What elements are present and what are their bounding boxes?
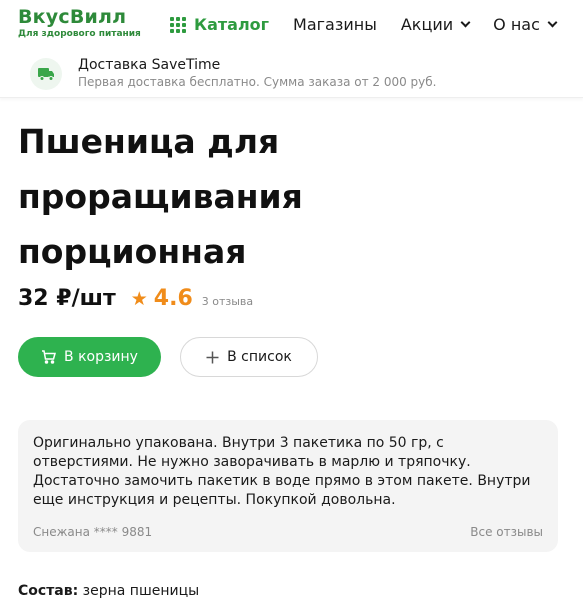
add-to-cart-label: В корзину <box>64 349 138 365</box>
main-nav: Каталог Магазины Акции О нас <box>170 15 580 34</box>
add-to-cart-button[interactable]: В корзину <box>18 337 161 377</box>
chevron-down-icon <box>460 17 471 28</box>
composition: Состав: зерна пшеницы <box>18 583 199 599</box>
star-icon: ★ <box>130 288 148 310</box>
add-to-list-button[interactable]: В список <box>180 337 318 377</box>
composition-value: зерна пшеницы <box>82 583 200 599</box>
review-author: Снежана **** 9881 <box>33 525 153 539</box>
logo[interactable]: ВкусВилл Для здорового питания <box>18 6 141 40</box>
grid-icon <box>170 16 186 33</box>
product-rating: 4.6 <box>153 286 193 311</box>
review-card: Оригинально упакована. Внутри 3 пакетика… <box>18 420 558 552</box>
price-row: 32 ₽/шт ★ 4.6 3 отзыва <box>18 286 253 311</box>
delivery-banner[interactable]: Доставка SaveTime Первая доставка беспла… <box>0 52 583 98</box>
composition-label: Состав: <box>18 583 79 599</box>
nav-stores-label: Магазины <box>293 15 377 34</box>
all-reviews-link[interactable]: Все отзывы <box>470 525 543 539</box>
reviews-count-link[interactable]: 3 отзыва <box>202 295 253 308</box>
nav-about[interactable]: О нас <box>493 15 558 34</box>
delivery-title: Доставка SaveTime <box>78 57 221 73</box>
logo-subtitle: Для здорового питания <box>18 29 141 39</box>
chevron-down-icon <box>547 17 558 28</box>
site-header: ВкусВилл Для здорового питания Каталог М… <box>0 0 583 52</box>
nav-promotions-label: Акции <box>400 15 454 34</box>
nav-about-label: О нас <box>493 15 540 34</box>
delivery-subtitle: Первая доставка бесплатно. Сумма заказа … <box>78 75 437 89</box>
product-price: 32 ₽/шт <box>18 286 116 311</box>
plus-icon <box>206 351 219 364</box>
add-to-list-label: В список <box>227 349 292 365</box>
logo-title: ВкусВилл <box>18 6 127 28</box>
nav-stores[interactable]: Магазины <box>293 15 377 34</box>
nav-catalog[interactable]: Каталог <box>170 15 269 34</box>
nav-promotions[interactable]: Акции <box>400 15 471 34</box>
nav-catalog-label: Каталог <box>194 15 270 34</box>
review-text: Оригинально упакована. Внутри 3 пакетика… <box>33 435 531 508</box>
cart-icon <box>41 350 56 364</box>
truck-icon <box>30 58 62 90</box>
product-title: Пшеница для проращивания порционная <box>18 122 303 271</box>
